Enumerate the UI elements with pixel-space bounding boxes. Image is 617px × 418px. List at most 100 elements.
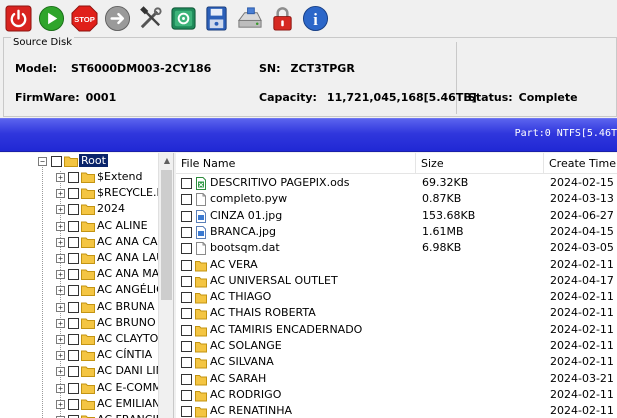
tree-item-checkbox[interactable]	[68, 236, 79, 248]
tree-item[interactable]: + AC E-COMM	[0, 380, 158, 396]
file-checkbox[interactable]	[181, 275, 192, 287]
tree-item-checkbox[interactable]	[68, 220, 79, 232]
expand-toggle[interactable]: +	[56, 383, 65, 393]
tree-item-checkbox[interactable]	[68, 398, 79, 410]
expand-toggle[interactable]: +	[56, 205, 65, 215]
file-checkbox[interactable]	[181, 389, 192, 401]
file-checkbox[interactable]	[181, 178, 192, 189]
expand-toggle[interactable]: +	[56, 189, 65, 199]
scroll-up-arrow[interactable]: ▲	[159, 153, 173, 169]
file-row[interactable]: AC SARAH 2024-03-21 08	[176, 371, 617, 387]
tree-item[interactable]: + AC ANGÉLICA	[0, 282, 158, 298]
expand-toggle[interactable]: +	[56, 367, 65, 377]
tree-item-checkbox[interactable]	[68, 350, 79, 362]
tree-item[interactable]: + $RECYCLE.BIN	[0, 185, 158, 201]
expand-toggle[interactable]: +	[56, 221, 65, 231]
file-checkbox[interactable]	[181, 373, 192, 385]
tree-item-checkbox[interactable]	[68, 172, 79, 183]
tree-item[interactable]: +2024	[0, 201, 158, 217]
file-checkbox[interactable]	[181, 259, 192, 271]
forward-button[interactable]	[102, 3, 132, 33]
info-button[interactable]: i	[300, 3, 330, 33]
file-checkbox[interactable]	[181, 226, 192, 238]
tree-item[interactable]: + AC ANA CAR	[0, 234, 158, 250]
expand-toggle[interactable]: +	[56, 351, 65, 361]
folder-icon	[81, 415, 95, 418]
partition-bar[interactable]: Part:0 NTFS[5.46T	[0, 118, 617, 152]
expand-toggle[interactable]: +	[56, 318, 65, 328]
expand-toggle[interactable]: +	[56, 173, 65, 182]
tree-item[interactable]: + AC BRUNA FA	[0, 299, 158, 315]
stop-button[interactable]: STOP	[69, 3, 99, 33]
file-size: 6.98KB	[422, 241, 462, 255]
file-row[interactable]: completo.pyw 0.87KB 2024-03-13 07	[176, 191, 617, 207]
file-checkbox[interactable]	[181, 406, 192, 418]
expand-toggle[interactable]: +	[56, 302, 65, 312]
collapse-toggle[interactable]: −	[38, 157, 47, 166]
expand-toggle[interactable]: +	[56, 335, 65, 344]
expand-toggle[interactable]: +	[56, 270, 65, 280]
save-button[interactable]	[201, 3, 231, 33]
tree-item[interactable]: + AC BRUNO	[0, 315, 158, 331]
file-row[interactable]: AC THAIS ROBERTA 2024-02-11 22	[176, 305, 617, 321]
tree-item[interactable]: + AC CÍNTIA	[0, 347, 158, 363]
expand-toggle[interactable]: +	[56, 254, 65, 263]
column-header-size[interactable]: Size	[416, 153, 544, 174]
file-checkbox[interactable]	[181, 341, 192, 352]
file-row[interactable]: BRANCA.jpg 1.61MB 2024-04-15 08	[176, 224, 617, 240]
disk-image-button[interactable]	[168, 3, 198, 33]
tree-item[interactable]: + AC ALINE	[0, 218, 158, 234]
tree-item-checkbox[interactable]	[68, 301, 79, 313]
image-file-icon	[196, 225, 206, 239]
scrollbar-thumb[interactable]	[161, 170, 172, 300]
tree-item-checkbox[interactable]	[68, 382, 79, 394]
file-checkbox[interactable]	[181, 324, 192, 336]
start-button[interactable]	[36, 3, 66, 33]
column-header-name[interactable]: File Name	[176, 153, 416, 174]
file-checkbox[interactable]	[181, 243, 192, 255]
tree-item-checkbox[interactable]	[68, 269, 79, 281]
tree-item[interactable]: + AC ANA LAUR	[0, 250, 158, 266]
file-row[interactable]: AC RENATINHA 2024-02-11 22	[176, 403, 617, 418]
expand-toggle[interactable]: +	[56, 399, 65, 409]
file-row[interactable]: AC TAMIRIS ENCADERNADO 2024-02-11 22	[176, 322, 617, 338]
tree-item[interactable]: + AC DANI LIMA	[0, 363, 158, 379]
file-row[interactable]: AC SILVANA 2024-02-11 22	[176, 354, 617, 370]
column-header-create-time[interactable]: Create Time	[544, 153, 617, 174]
tree-item-checkbox[interactable]	[68, 204, 79, 216]
file-row[interactable]: AC SOLANGE 2024-02-11 22	[176, 338, 617, 354]
tree-item-checkbox[interactable]	[68, 285, 79, 297]
tree-item-checkbox[interactable]	[68, 253, 79, 264]
file-row[interactable]: CINZA 01.jpg 153.68KB 2024-06-27 14	[176, 208, 617, 224]
tree-vertical-scrollbar[interactable]: ▲	[158, 153, 173, 418]
tree-item-checkbox[interactable]	[68, 334, 79, 345]
drive-button[interactable]	[234, 3, 264, 33]
file-row[interactable]: bootsqm.dat 6.98KB 2024-03-05 03	[176, 240, 617, 256]
expand-toggle[interactable]: +	[56, 237, 65, 247]
file-checkbox[interactable]	[181, 194, 192, 206]
tree-item-checkbox[interactable]	[68, 366, 79, 378]
file-row[interactable]: AC UNIVERSAL OUTLET 2024-04-17 15	[176, 273, 617, 289]
file-row[interactable]: DESCRITIVO PAGEPIX.ods 69.32KB 2024-02-15 …	[176, 175, 617, 191]
tree-item[interactable]: + $Extend	[0, 169, 158, 185]
expand-toggle[interactable]: +	[56, 286, 65, 296]
file-checkbox[interactable]	[181, 210, 192, 222]
tree-item[interactable]: + AC EMILIANE	[0, 396, 158, 412]
file-checkbox[interactable]	[181, 357, 192, 369]
file-row[interactable]: AC THIAGO 2024-02-11 22	[176, 289, 617, 305]
tree-item-label: AC ANGÉLICA	[97, 283, 158, 297]
tree-item-checkbox[interactable]	[68, 317, 79, 329]
tree-item-checkbox[interactable]	[68, 188, 79, 200]
tools-button[interactable]	[135, 3, 165, 33]
power-button[interactable]	[3, 3, 33, 33]
file-row[interactable]: AC VERA 2024-02-11 22	[176, 257, 617, 273]
tree-item[interactable]: + AC ANA MAR	[0, 266, 158, 282]
file-checkbox[interactable]	[181, 292, 192, 304]
lock-button[interactable]	[267, 3, 297, 33]
tree-root-row[interactable]: − Root	[0, 153, 158, 169]
tree-item[interactable]: + AC CLAYTON	[0, 331, 158, 347]
tree-item[interactable]: +AC FRANCIEL	[0, 412, 158, 418]
file-row[interactable]: AC RODRIGO 2024-02-11 22	[176, 387, 617, 403]
file-checkbox[interactable]	[181, 308, 192, 320]
root-checkbox[interactable]	[51, 156, 62, 167]
